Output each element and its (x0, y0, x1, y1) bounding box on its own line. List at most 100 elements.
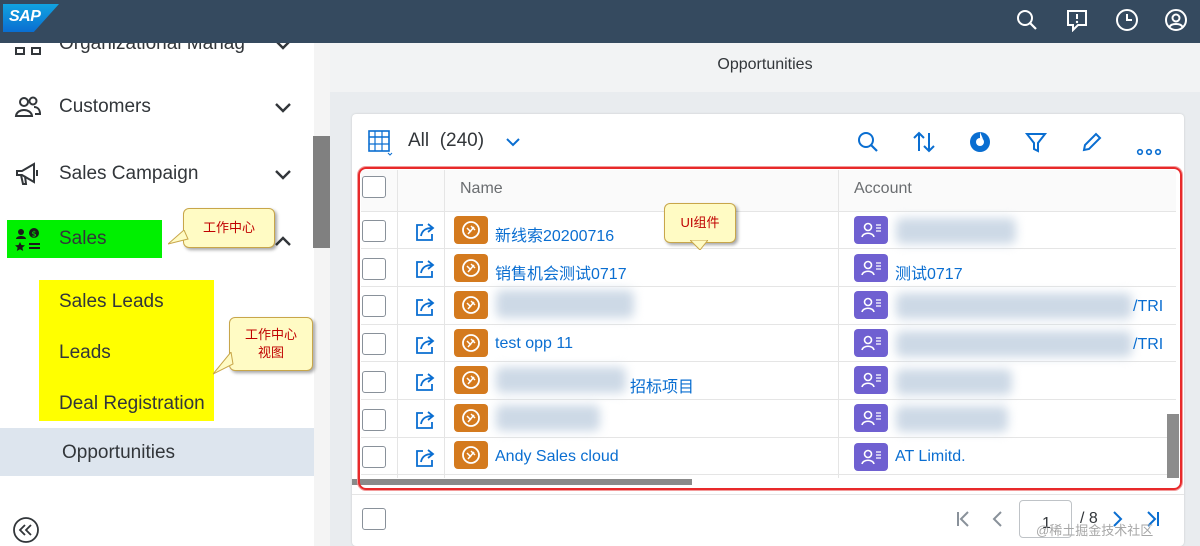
opportunity-name-link[interactable]: 销售机会测试0717 (495, 260, 627, 284)
feedback-icon[interactable] (1061, 4, 1093, 36)
footer-checkbox[interactable] (362, 508, 386, 530)
footer-divider (352, 494, 1184, 495)
opportunity-icon (454, 329, 488, 357)
account-icon (854, 366, 888, 394)
opportunity-icon (454, 441, 488, 469)
subnav-label: Opportunities (62, 442, 176, 463)
svg-text:$: $ (32, 230, 37, 239)
account-name-link[interactable]: AT Limitd. (895, 448, 966, 466)
row-checkbox[interactable] (362, 409, 386, 431)
logo-text: SAP (9, 8, 41, 25)
callout-text: UI组件 (680, 215, 720, 230)
row-checkbox[interactable] (362, 446, 386, 468)
customers-icon (14, 96, 42, 117)
collapse-left-icon[interactable] (12, 516, 40, 544)
row-checkbox[interactable] (362, 220, 386, 242)
account-name-link[interactable]: /TRI (1133, 336, 1163, 354)
callout-text: 工作中心 (202, 220, 255, 235)
opportunity-icon (454, 366, 488, 394)
nav-item-label: Organizational Manag (59, 43, 245, 54)
chevron-up-icon[interactable] (272, 230, 294, 252)
edit-icon[interactable] (1076, 126, 1108, 158)
chevron-down-icon (275, 170, 291, 180)
account-icon (854, 329, 888, 357)
search-icon[interactable] (852, 126, 884, 158)
opportunity-name-link[interactable]: 新线索20200716 (495, 222, 614, 246)
callout-ui-component: UI组件 (664, 203, 736, 243)
first-page-icon[interactable] (950, 506, 976, 532)
subnav-deal-registration[interactable]: Deal Registration (59, 393, 205, 415)
opportunity-name-link[interactable]: 招标项目 (630, 373, 694, 397)
column-header-account[interactable]: Account (854, 180, 912, 198)
row-checkbox[interactable] (362, 333, 386, 355)
column-header-name[interactable]: Name (460, 180, 503, 198)
subnav-leads[interactable]: Leads (59, 342, 111, 364)
search-icon[interactable] (1011, 4, 1043, 36)
callout-work-center: 工作中心 (183, 208, 275, 248)
row-checkbox[interactable] (362, 371, 386, 393)
view-selector[interactable]: All (240) (408, 130, 484, 152)
redacted-account (896, 406, 1008, 432)
redacted-name (496, 290, 634, 318)
megaphone-icon (16, 162, 38, 185)
account-icon (854, 291, 888, 319)
sort-icon[interactable] (908, 126, 940, 158)
redacted-name (496, 405, 600, 431)
vertical-scrollbar[interactable] (1167, 414, 1179, 478)
nav-item-organizational[interactable]: Organizational Manag (0, 43, 314, 72)
chevron-down-icon (276, 43, 290, 50)
account-icon (854, 443, 888, 471)
chevron-down-icon[interactable] (497, 126, 529, 158)
callout-pointer (690, 240, 708, 250)
more-icon[interactable] (1133, 132, 1165, 164)
open-link-icon[interactable] (413, 257, 437, 281)
redacted-account (896, 369, 1012, 395)
chart-icon[interactable] (964, 126, 996, 158)
subnav-opportunities[interactable]: Opportunities (0, 428, 314, 476)
nav-item-sales-campaign[interactable]: Sales Campaign (0, 146, 314, 202)
callout-pointer (168, 230, 189, 245)
nav-scrollbar[interactable] (313, 136, 330, 248)
opportunity-name-link[interactable]: Andy Sales cloud (495, 448, 619, 466)
redacted-account (896, 331, 1132, 357)
filter-icon[interactable] (1020, 126, 1052, 158)
nav-item-label: Sales Campaign (59, 163, 199, 184)
nav-item-customers[interactable]: Customers (0, 79, 314, 135)
nav-item-sales[interactable]: $ Sales (7, 220, 162, 258)
previous-page-icon[interactable] (985, 506, 1011, 532)
select-all-checkbox[interactable] (362, 176, 386, 198)
org-icon (15, 47, 41, 55)
callout-text: 视图 (257, 345, 284, 360)
row-checkbox[interactable] (362, 295, 386, 317)
redacted-account (896, 218, 1016, 244)
callout-pointer (213, 352, 234, 375)
open-link-icon[interactable] (413, 333, 437, 357)
redacted-account (896, 293, 1132, 319)
open-link-icon[interactable] (413, 220, 437, 244)
opportunity-name-link[interactable]: test opp 11 (495, 335, 573, 353)
redacted-name (496, 367, 626, 393)
open-link-icon[interactable] (413, 408, 437, 432)
account-name-link[interactable]: /TRI (1133, 298, 1163, 316)
opportunity-icon (454, 291, 488, 319)
horizontal-scrollbar[interactable] (352, 479, 692, 485)
chevron-down-icon (275, 103, 291, 113)
subnav-sales-leads[interactable]: Sales Leads (59, 291, 164, 313)
open-link-icon[interactable] (413, 295, 437, 319)
opportunity-icon (454, 404, 488, 432)
open-link-icon[interactable] (413, 446, 437, 470)
app-window: SAP Organizational Manag Customers Sales… (0, 0, 1200, 546)
row-checkbox[interactable] (362, 258, 386, 280)
callout-work-center-view: 工作中心 视图 (229, 317, 313, 371)
user-icon[interactable] (1160, 4, 1192, 36)
shell-bar: SAP (0, 0, 1200, 43)
account-icon (854, 254, 888, 282)
open-link-icon[interactable] (413, 370, 437, 394)
table-view-icon[interactable] (364, 126, 396, 158)
nav-scrollbar-track (314, 43, 330, 546)
account-name-link[interactable]: 测试0717 (895, 260, 963, 284)
clock-icon[interactable] (1111, 4, 1143, 36)
column-divider (397, 170, 398, 478)
sap-logo[interactable]: SAP (3, 4, 59, 32)
callout-text: 工作中心 (244, 327, 297, 342)
